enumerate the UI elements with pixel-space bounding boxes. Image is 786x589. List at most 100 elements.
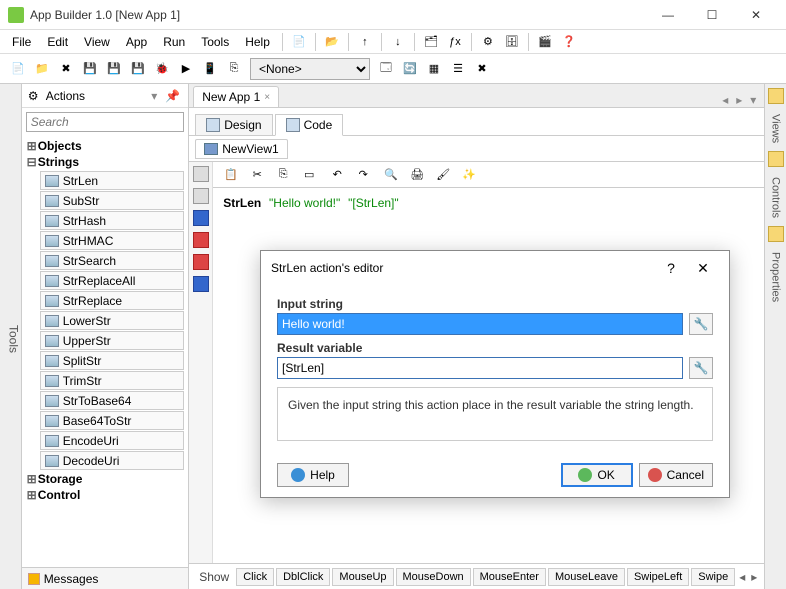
gutter-refresh-icon[interactable] (193, 210, 209, 226)
undo-icon[interactable]: ↶ (327, 165, 347, 185)
menu-view[interactable]: View (76, 33, 118, 51)
panel-pin-icon[interactable]: 📌 (163, 89, 182, 103)
paste-icon[interactable]: 📋 (221, 165, 241, 185)
close-button[interactable]: ✕ (734, 0, 778, 30)
events-next-icon[interactable]: ▸ (748, 570, 760, 584)
action-base64tostr[interactable]: Base64ToStr (40, 411, 185, 430)
tab-code[interactable]: Code (275, 114, 344, 136)
action-strhash[interactable]: StrHash (40, 211, 185, 230)
gutter-pdf-icon[interactable] (193, 254, 209, 270)
run-icon[interactable]: ▶ (176, 59, 196, 79)
gear-icon[interactable]: ⚙ (28, 89, 42, 103)
menu-run[interactable]: Run (155, 33, 193, 51)
save-as-icon[interactable]: 💾 (128, 59, 148, 79)
search-input[interactable] (26, 112, 185, 132)
action-splitstr[interactable]: SplitStr (40, 351, 185, 370)
open-folder-icon[interactable]: 📁 (32, 59, 52, 79)
controls-icon[interactable] (768, 151, 784, 167)
menu-file[interactable]: File (4, 33, 39, 51)
fn-icon[interactable]: ƒx (445, 32, 465, 52)
cut-icon[interactable]: ✂ (247, 165, 267, 185)
action-trimstr[interactable]: TrimStr (40, 371, 185, 390)
layout-icon[interactable]: ▦ (424, 59, 444, 79)
action-strhmac[interactable]: StrHMAC (40, 231, 185, 250)
dialog-close-icon[interactable]: ✕ (687, 260, 719, 277)
close-icon[interactable]: ✖ (472, 59, 492, 79)
dialog-help-icon[interactable]: ? (655, 260, 687, 276)
tree-cat-objects[interactable]: ⊞Objects (26, 138, 185, 154)
events-prev-icon[interactable]: ◂ (736, 570, 748, 584)
action-upperstr[interactable]: UpperStr (40, 331, 185, 350)
doc-tab-new-app[interactable]: New App 1× (193, 86, 279, 107)
event-click[interactable]: Click (236, 568, 274, 586)
tree-cat-storage[interactable]: ⊞Storage (26, 471, 185, 487)
action-strreplace[interactable]: StrReplace (40, 291, 185, 310)
help-button[interactable]: Help (277, 463, 349, 487)
tab-design[interactable]: Design (195, 114, 272, 135)
gutter-search-icon[interactable] (193, 166, 209, 182)
arrow-up-icon[interactable]: ↑ (355, 32, 375, 52)
tree-cat-strings[interactable]: ⊟Strings (26, 154, 185, 170)
gear-icon[interactable]: ⚙ (478, 32, 498, 52)
tab-list-icon[interactable]: ▾ (746, 93, 760, 107)
paint-icon[interactable]: 🖌 (433, 165, 453, 185)
save-all-icon[interactable]: 💾 (104, 59, 124, 79)
minimize-button[interactable]: — (646, 0, 690, 30)
gutter-stop-icon[interactable] (193, 232, 209, 248)
event-swipeleft[interactable]: SwipeLeft (627, 568, 689, 586)
vtab-views[interactable]: Views (768, 108, 784, 149)
gutter-code-icon[interactable] (193, 276, 209, 292)
tab-next-icon[interactable]: ▸ (732, 93, 746, 107)
phone-icon[interactable]: 📱 (200, 59, 220, 79)
action-strtobase64[interactable]: StrToBase64 (40, 391, 185, 410)
db-icon[interactable]: 🗄 (502, 32, 522, 52)
properties-icon[interactable] (768, 226, 784, 242)
target-combo[interactable]: <None> (250, 58, 370, 80)
tab-close-icon[interactable]: × (264, 92, 270, 103)
input-picker-button[interactable]: 🔧 (689, 313, 713, 335)
result-picker-button[interactable]: 🔧 (689, 357, 713, 379)
views-icon[interactable] (768, 88, 784, 104)
action-lowerstr[interactable]: LowerStr (40, 311, 185, 330)
menu-help[interactable]: Help (237, 33, 278, 51)
vtab-controls[interactable]: Controls (768, 171, 784, 224)
select-icon[interactable]: ▭ (299, 165, 319, 185)
binary-icon[interactable]: ⎘ (224, 59, 244, 79)
event-dblclick[interactable]: DblClick (276, 568, 330, 586)
print-icon[interactable]: 🖨 (407, 165, 427, 185)
new-icon[interactable]: 📄 (289, 32, 309, 52)
view-tab-newview1[interactable]: NewView1 (195, 139, 287, 159)
gutter-clip-icon[interactable] (193, 188, 209, 204)
result-variable-field[interactable] (277, 357, 683, 379)
help-icon[interactable]: ❓ (559, 32, 579, 52)
action-encodeuri[interactable]: EncodeUri (40, 431, 185, 450)
video-icon[interactable]: 🎬 (535, 32, 555, 52)
action-strreplaceall[interactable]: StrReplaceAll (40, 271, 185, 290)
input-string-field[interactable] (277, 313, 683, 335)
code-editor[interactable]: StrLen "Hello world!" "[StrLen]" (213, 188, 764, 219)
redo-icon[interactable]: ↷ (353, 165, 373, 185)
list-icon[interactable]: ☰ (448, 59, 468, 79)
ok-button[interactable]: OK (561, 463, 633, 487)
menu-edit[interactable]: Edit (39, 33, 76, 51)
tab-prev-icon[interactable]: ◂ (718, 93, 732, 107)
messages-bar[interactable]: Messages (22, 567, 189, 589)
copy-icon[interactable]: ⎘ (273, 165, 293, 185)
tree-icon[interactable]: 🗂 (421, 32, 441, 52)
event-mousedown[interactable]: MouseDown (396, 568, 471, 586)
zoom-icon[interactable]: 🔍 (381, 165, 401, 185)
event-swipe[interactable]: Swipe (691, 568, 735, 586)
maximize-button[interactable]: ☐ (690, 0, 734, 30)
action-strlen[interactable]: StrLen (40, 171, 185, 190)
close-doc-icon[interactable]: ✖ (56, 59, 76, 79)
menu-tools[interactable]: Tools (193, 33, 237, 51)
bug-icon[interactable]: 🐞 (152, 59, 172, 79)
open-icon[interactable]: 📂 (322, 32, 342, 52)
cancel-button[interactable]: Cancel (639, 463, 713, 487)
event-mouseup[interactable]: MouseUp (332, 568, 393, 586)
save-icon[interactable]: 💾 (80, 59, 100, 79)
new-doc-icon[interactable]: 📄 (8, 59, 28, 79)
tree-cat-control[interactable]: ⊞Control (26, 487, 185, 503)
window-icon[interactable]: 🗔 (376, 59, 396, 79)
vtab-properties[interactable]: Properties (768, 246, 784, 308)
